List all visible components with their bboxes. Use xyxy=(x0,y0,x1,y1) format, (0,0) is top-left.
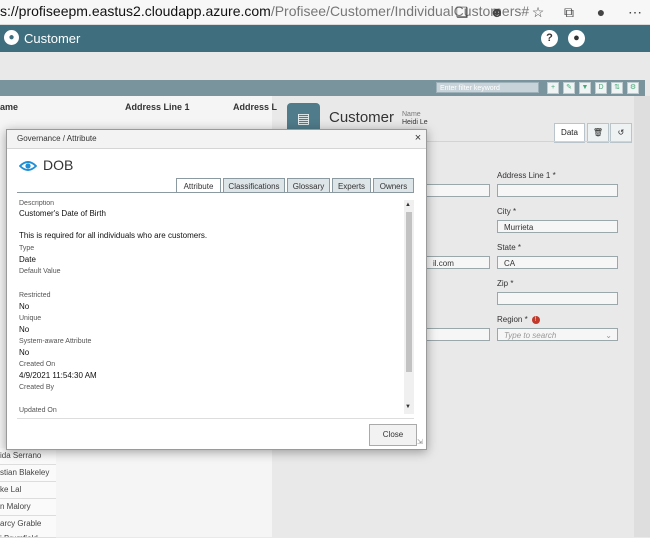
system-aware-value: No xyxy=(19,348,30,357)
app-title: Customer xyxy=(24,31,81,46)
profile-avatar-icon[interactable]: ● xyxy=(592,3,610,21)
restricted-value: No xyxy=(19,302,30,311)
page-scrollbar[interactable] xyxy=(634,96,650,537)
eye-icon xyxy=(19,161,37,171)
system-aware-label: System-aware Attribute xyxy=(19,338,92,345)
address-line-1-input[interactable] xyxy=(497,184,618,197)
import-icon[interactable]: ⇅ xyxy=(611,82,623,94)
city-input[interactable]: Murrieta xyxy=(497,220,618,233)
description-note: This is required for all individuals who… xyxy=(19,231,208,240)
region-label: Region * xyxy=(497,315,528,324)
address-line-1-label: Address Line 1 * xyxy=(497,171,556,180)
help-button[interactable]: ? xyxy=(541,30,558,47)
column-header-address-line-1[interactable]: Address Line 1 xyxy=(125,102,190,112)
reader-view-icon[interactable]: ❑ xyxy=(453,3,471,21)
record-title: Customer xyxy=(329,109,395,126)
more-menu-icon[interactable]: ⋯ xyxy=(626,3,644,21)
created-on-value: 4/9/2021 11:54:30 AM xyxy=(19,371,97,380)
add-icon[interactable]: + xyxy=(547,82,559,94)
tab-classifications[interactable]: Classifications xyxy=(223,178,285,193)
governance-attribute-dialog: Governance / Attribute × DOB Attribute C… xyxy=(6,129,427,450)
left-field-1[interactable] xyxy=(426,184,490,197)
name-value: Heidi Le xyxy=(402,119,428,126)
address-bar[interactable]: s://profiseepm.eastus2.cloudapp.azure.co… xyxy=(0,3,529,19)
zip-label: Zip * xyxy=(497,279,514,288)
table-row[interactable]: ke Lal xyxy=(0,482,56,499)
unique-label: Unique xyxy=(19,315,42,322)
type-label: Type xyxy=(19,245,35,252)
app-logo-icon: ● xyxy=(4,30,19,45)
created-on-label: Created On xyxy=(19,361,56,368)
history-icon: ↺ xyxy=(617,128,625,137)
updated-on-label: Updated On xyxy=(19,407,57,414)
table-row[interactable]: n Malory xyxy=(0,499,56,516)
settings-icon[interactable]: ⚙ xyxy=(627,82,639,94)
tab-trash[interactable]: 🗑 xyxy=(587,123,609,143)
description-value: Customer's Date of Birth xyxy=(19,209,106,218)
name-label: Name xyxy=(402,111,421,118)
trash-icon: 🗑 xyxy=(592,128,604,137)
scroll-up-icon[interactable]: ▲ xyxy=(405,202,411,208)
unique-value: No xyxy=(19,325,30,334)
dialog-footer-divider xyxy=(17,418,414,419)
tab-attribute[interactable]: Attribute xyxy=(176,178,221,193)
table-row[interactable]: stian Blakeley xyxy=(0,465,56,482)
default-value-label: Default Value xyxy=(19,268,61,275)
type-value: Date xyxy=(19,255,36,264)
app-header: ● Customer ? ● xyxy=(0,25,650,52)
region-placeholder: Type to search xyxy=(504,331,557,340)
browser-bar: s://profiseepm.eastus2.cloudapp.azure.co… xyxy=(0,0,650,25)
tab-experts[interactable]: Experts xyxy=(332,178,371,193)
user-menu-button[interactable]: ● xyxy=(568,30,585,47)
region-label-group: Region *! xyxy=(497,315,540,324)
table-row[interactable]: ida Serrano xyxy=(0,448,56,465)
extension-icon[interactable]: ☻ xyxy=(488,3,506,21)
close-button[interactable]: Close xyxy=(369,424,417,446)
dialog-titlebar[interactable]: Governance / Attribute × xyxy=(7,130,426,149)
export-icon[interactable]: D xyxy=(595,82,607,94)
edit-icon[interactable]: ✎ xyxy=(563,82,575,94)
resize-grip-icon[interactable]: ⇲ xyxy=(417,438,423,446)
state-label: State * xyxy=(497,243,522,252)
url-host: s://profiseepm.eastus2.cloudapp.azure.co… xyxy=(0,3,271,19)
column-header-address-line-2[interactable]: Address L xyxy=(233,102,277,112)
tab-history[interactable]: ↺ xyxy=(610,123,632,143)
tab-divider xyxy=(17,192,414,193)
region-select[interactable]: Type to search ⌄ xyxy=(497,328,618,341)
created-by-label: Created By xyxy=(19,384,55,391)
description-label: Description xyxy=(19,200,55,207)
tab-glossary[interactable]: Glossary xyxy=(287,178,330,193)
dialog-title: Governance / Attribute xyxy=(17,134,97,143)
email-field[interactable]: il.com xyxy=(426,256,490,269)
required-alert-icon: ! xyxy=(531,315,540,324)
tab-owners[interactable]: Owners xyxy=(373,178,414,193)
restricted-label: Restricted xyxy=(19,292,51,299)
attribute-details: Description Customer's Date of Birth Thi… xyxy=(17,200,404,418)
collections-icon[interactable]: ⧉ xyxy=(560,3,578,21)
city-label: City * xyxy=(497,207,517,216)
favorites-star-icon[interactable]: ☆ xyxy=(529,3,547,21)
state-input[interactable]: CA xyxy=(497,256,618,269)
scroll-down-icon[interactable]: ▼ xyxy=(405,404,411,410)
zip-input[interactable] xyxy=(497,292,618,305)
attribute-name: DOB xyxy=(43,157,74,173)
column-header-name[interactable]: ame xyxy=(0,102,18,112)
filter-icon[interactable]: ▼ xyxy=(579,82,591,94)
left-field-4[interactable] xyxy=(426,328,490,341)
filter-input[interactable]: Enter filter keyword xyxy=(436,82,539,93)
close-icon[interactable]: × xyxy=(412,132,424,144)
tab-data[interactable]: Data xyxy=(554,123,585,143)
details-scrollbar-thumb[interactable] xyxy=(406,212,412,372)
chevron-down-icon: ⌄ xyxy=(605,331,612,340)
